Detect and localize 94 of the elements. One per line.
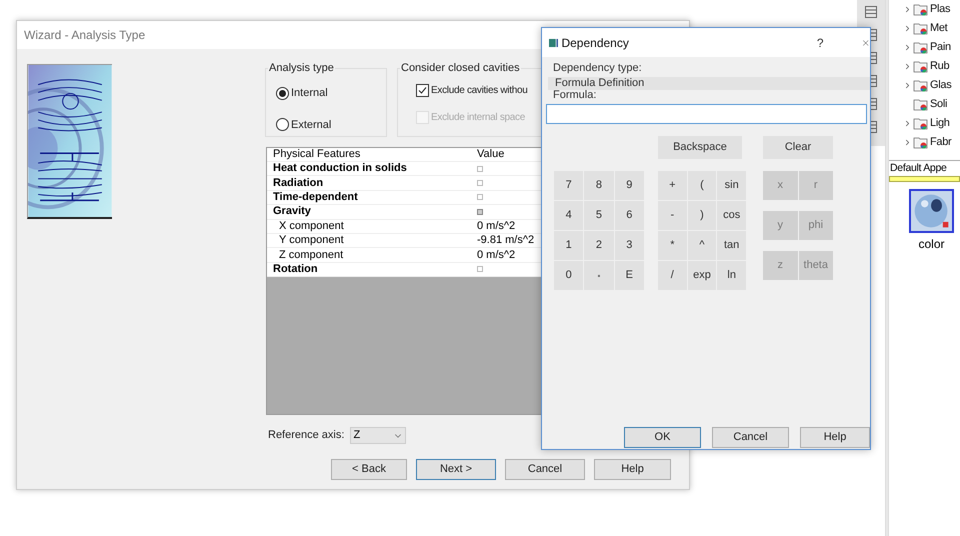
- tree-item[interactable]: Plas: [930, 1, 950, 18]
- keypad-key[interactable]: ^: [688, 231, 716, 260]
- keypad-key[interactable]: 6: [614, 201, 644, 230]
- keypad-key[interactable]: ): [688, 201, 716, 230]
- table-cell: -9.81 m/s^2: [477, 235, 534, 246]
- tree-item[interactable]: Glas: [930, 77, 952, 94]
- thumbnail-label: color: [917, 236, 946, 253]
- tree-item[interactable]: Pain: [930, 39, 951, 56]
- checkbox-label: Exclude cavities withou: [431, 84, 528, 98]
- table-checkbox[interactable]: [477, 166, 483, 172]
- keypad-key[interactable]: 7: [554, 171, 584, 200]
- keypad-key[interactable]: *: [658, 231, 687, 260]
- axis-dropdown[interactable]: Z: [350, 427, 406, 444]
- dialog-button[interactable]: OK: [624, 427, 701, 448]
- tree-item[interactable]: Fabr: [930, 134, 952, 151]
- toolbar-icon[interactable]: [864, 5, 878, 19]
- dialog-button[interactable]: Backspace: [658, 136, 742, 159]
- keypad-key[interactable]: 0: [554, 261, 584, 290]
- expand-icon[interactable]: [903, 81, 912, 90]
- window-title: Dependency: [561, 34, 629, 52]
- window-title: Wizard - Analysis Type: [24, 27, 146, 44]
- dialog-button[interactable]: Help: [594, 459, 671, 480]
- tree-item[interactable]: Rub: [930, 58, 950, 75]
- folder-icon: [913, 2, 929, 16]
- checkbox-label: Exclude internal space: [431, 111, 526, 125]
- tree-item[interactable]: Soli: [930, 96, 948, 113]
- table-cell-text: Z component: [278, 250, 344, 261]
- keypad-key[interactable]: 8: [584, 171, 614, 200]
- folder-icon: [913, 98, 929, 112]
- table-cell-text: Heat conduction in solids: [272, 163, 408, 174]
- keypad-key[interactable]: ln: [717, 261, 746, 290]
- table-cell-text: Rotation: [272, 264, 319, 275]
- radio-button[interactable]: [276, 86, 289, 100]
- column-header: Value: [477, 149, 504, 160]
- keypad-key[interactable]: -: [658, 201, 687, 230]
- keypad-key[interactable]: tan: [717, 231, 746, 260]
- keypad-key[interactable]: exp: [688, 261, 716, 290]
- field-label: Dependency type:: [553, 63, 643, 74]
- highlight-bar: [889, 176, 960, 182]
- table-checkbox[interactable]: [477, 208, 483, 215]
- keypad-key[interactable]: 9: [614, 171, 644, 200]
- table-checkbox[interactable]: [477, 180, 483, 186]
- keypad-key[interactable]: 4: [554, 201, 584, 230]
- radio-button[interactable]: [276, 118, 289, 132]
- keypad-key[interactable]: +: [658, 171, 687, 200]
- table-cell-text: Gravity: [272, 206, 312, 218]
- field-label: Formula:: [553, 90, 598, 101]
- formula-field[interactable]: [546, 104, 867, 124]
- dialog-button[interactable]: Cancel: [505, 459, 585, 480]
- table-cell: 0 m/s^2: [477, 250, 516, 261]
- keypad-key[interactable]: (: [688, 171, 716, 200]
- keypad-key[interactable]: 1: [554, 231, 584, 260]
- table-cell-text: Radiation: [272, 178, 324, 189]
- folder-icon: [913, 60, 929, 74]
- group-label: Analysis type: [268, 62, 335, 75]
- radio-label: Internal: [291, 86, 328, 101]
- keypad-key[interactable]: /: [658, 261, 687, 290]
- folder-icon: [913, 40, 929, 54]
- expand-icon[interactable]: [903, 62, 912, 71]
- folder-icon: [913, 136, 929, 150]
- expand-icon[interactable]: [903, 43, 912, 52]
- type-dropdown[interactable]: Formula Definition: [548, 77, 870, 90]
- table-cell: 0 m/s^2: [477, 220, 516, 232]
- expand-icon[interactable]: [903, 5, 912, 14]
- table-cell-text: Y component: [278, 235, 345, 246]
- dialog-button[interactable]: Cancel: [712, 427, 789, 448]
- keypad-key[interactable]: 2: [584, 231, 614, 260]
- keypad-key[interactable]: E: [614, 261, 644, 290]
- keypad-key[interactable]: cos: [717, 201, 746, 230]
- table-cell-text: Time-dependent: [272, 192, 359, 203]
- expand-icon[interactable]: [903, 138, 912, 147]
- table-cell-text: X component: [278, 220, 345, 232]
- keypad-key[interactable]: 5: [584, 201, 614, 230]
- field-label: Reference axis:: [268, 428, 344, 444]
- folder-icon: [913, 116, 929, 130]
- radio-label: External: [291, 118, 332, 132]
- dialog-button[interactable]: Clear: [763, 136, 833, 159]
- folder-icon: [913, 22, 929, 36]
- window-icon: [549, 36, 558, 48]
- keypad-key[interactable]: 3: [614, 231, 644, 260]
- folder-icon: [913, 78, 929, 92]
- tree-item[interactable]: Ligh: [930, 115, 950, 132]
- dialog-button[interactable]: Next >: [416, 459, 496, 480]
- column-header: Physical Features: [272, 149, 362, 160]
- expand-icon[interactable]: [903, 119, 912, 128]
- expand-icon[interactable]: [903, 24, 912, 33]
- dialog-button[interactable]: Help: [800, 427, 870, 448]
- table-checkbox[interactable]: [477, 266, 483, 272]
- keypad-key[interactable]: sin: [717, 171, 746, 200]
- checkbox[interactable]: [416, 84, 429, 97]
- tree-item[interactable]: Met: [930, 20, 948, 37]
- help-button[interactable]: ?: [816, 34, 824, 52]
- dialog-button[interactable]: < Back: [331, 459, 407, 480]
- table-checkbox[interactable]: [477, 194, 483, 200]
